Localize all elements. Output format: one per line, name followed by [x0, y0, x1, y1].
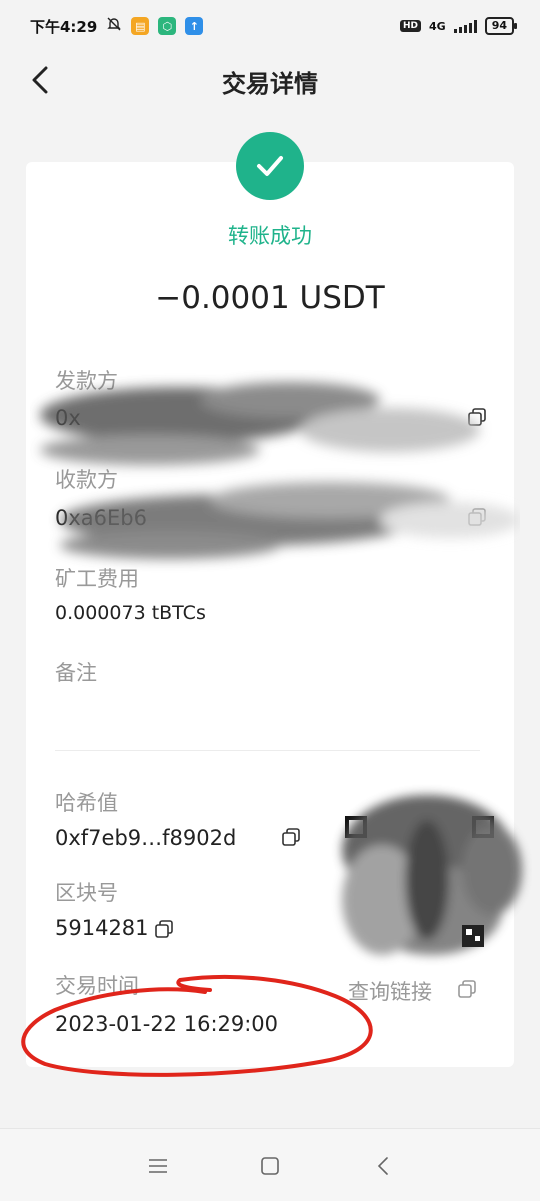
annotation-circle: [21, 974, 373, 1077]
hash-label: 哈希值: [55, 791, 118, 815]
divider: [55, 750, 480, 751]
top-bar: 交易详情: [0, 52, 540, 108]
home-icon: [261, 1157, 279, 1175]
battery-icon: 94: [484, 17, 518, 35]
amount: −0.0001 USDT: [155, 280, 385, 316]
signal-icon: [453, 19, 477, 33]
fee-label: 矿工费用: [55, 567, 139, 591]
network-type: 4G: [429, 19, 446, 33]
page-title: 交易详情: [222, 70, 318, 98]
back-icon: [377, 1157, 388, 1175]
copy-icon[interactable]: [468, 408, 486, 426]
menu-button[interactable]: [143, 1151, 173, 1181]
shield-app-icon: ⬡: [158, 17, 177, 35]
sender-address: 0x: [55, 406, 81, 430]
check-icon: [236, 132, 304, 200]
copy-icon[interactable]: [282, 828, 300, 846]
receiver-address: 0xa6Eb6: [55, 506, 147, 530]
hd-icon: HD: [399, 20, 421, 32]
menu-icon: [149, 1159, 167, 1173]
back-nav-button[interactable]: [368, 1151, 398, 1181]
hash-value: 0xf7eb9…f8902d: [55, 826, 237, 850]
receiver-label: 收款方: [55, 468, 118, 492]
memo-label: 备注: [55, 661, 97, 685]
status-text: 转账成功: [228, 224, 312, 248]
sender-label: 发款方: [55, 369, 118, 393]
message-app-icon: ▤: [131, 17, 150, 35]
status-bar: 下午4:29 ▤ ⬡ ↑ HD 4G 94: [0, 0, 540, 52]
copy-icon[interactable]: [155, 920, 173, 938]
copy-icon[interactable]: [458, 980, 476, 998]
home-button[interactable]: [255, 1151, 285, 1181]
battery-level: 94: [491, 19, 507, 32]
block-number: 5914281: [55, 916, 149, 940]
bell-muted-icon: [106, 16, 122, 36]
block-label: 区块号: [55, 881, 118, 905]
clock: 下午4:29: [30, 17, 98, 36]
system-nav-bar: [0, 1128, 540, 1201]
fee-value: 0.000073 tBTCs: [55, 602, 206, 624]
upload-app-icon: ↑: [185, 17, 204, 35]
copy-icon[interactable]: [468, 508, 486, 526]
